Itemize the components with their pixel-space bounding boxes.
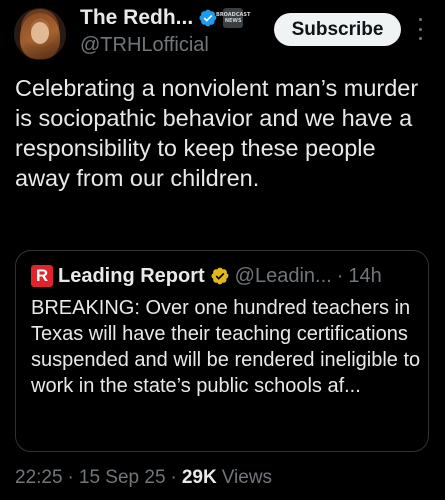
subscribe-button[interactable]: Subscribe bbox=[274, 13, 401, 46]
quoted-author-name: Leading Report bbox=[58, 264, 205, 287]
author-name-row: The Redh... BROADCAST NEWS bbox=[80, 4, 250, 32]
leading-report-logo-icon: R bbox=[31, 265, 53, 287]
author-display-name[interactable]: The Redh... bbox=[80, 6, 193, 30]
quoted-tweet[interactable]: R Leading Report @Leadin... · 14h BREAKI… bbox=[15, 250, 429, 452]
separator-dot: · bbox=[170, 467, 177, 488]
avatar[interactable] bbox=[14, 8, 66, 60]
more-vertical-icon[interactable] bbox=[414, 18, 426, 40]
more-dot bbox=[418, 27, 422, 31]
tweet-text: Celebrating a nonviolent man’s murder is… bbox=[15, 75, 419, 191]
views-label: Views bbox=[221, 467, 273, 488]
avatar-face bbox=[31, 22, 49, 44]
views-count: 29K bbox=[181, 467, 217, 488]
separator-dot: · bbox=[336, 264, 344, 287]
quoted-author-handle: @Leadin... bbox=[234, 264, 332, 287]
tweet-date[interactable]: 15 Sep 25 bbox=[79, 467, 166, 489]
more-dot bbox=[418, 18, 422, 21]
quoted-tweet-header: R Leading Report @Leadin... · 14h bbox=[31, 263, 382, 289]
quoted-tweet-time: 14h bbox=[348, 264, 382, 287]
quoted-tweet-text: BREAKING: Over one hundred teachers in T… bbox=[31, 297, 421, 397]
verified-gold-badge-icon bbox=[211, 267, 229, 285]
author-handle[interactable]: @TRHLofficial bbox=[80, 34, 209, 57]
tweet-header: The Redh... BROADCAST NEWS @TRHLofficial… bbox=[0, 0, 445, 70]
affiliate-badge-icon[interactable]: BROADCAST NEWS bbox=[216, 8, 250, 28]
tweet-meta: 22:25 · 15 Sep 25 · 29K Views bbox=[15, 466, 272, 490]
separator-dot: · bbox=[67, 467, 74, 488]
more-dot bbox=[418, 37, 422, 40]
tweet-time[interactable]: 22:25 bbox=[15, 467, 63, 489]
